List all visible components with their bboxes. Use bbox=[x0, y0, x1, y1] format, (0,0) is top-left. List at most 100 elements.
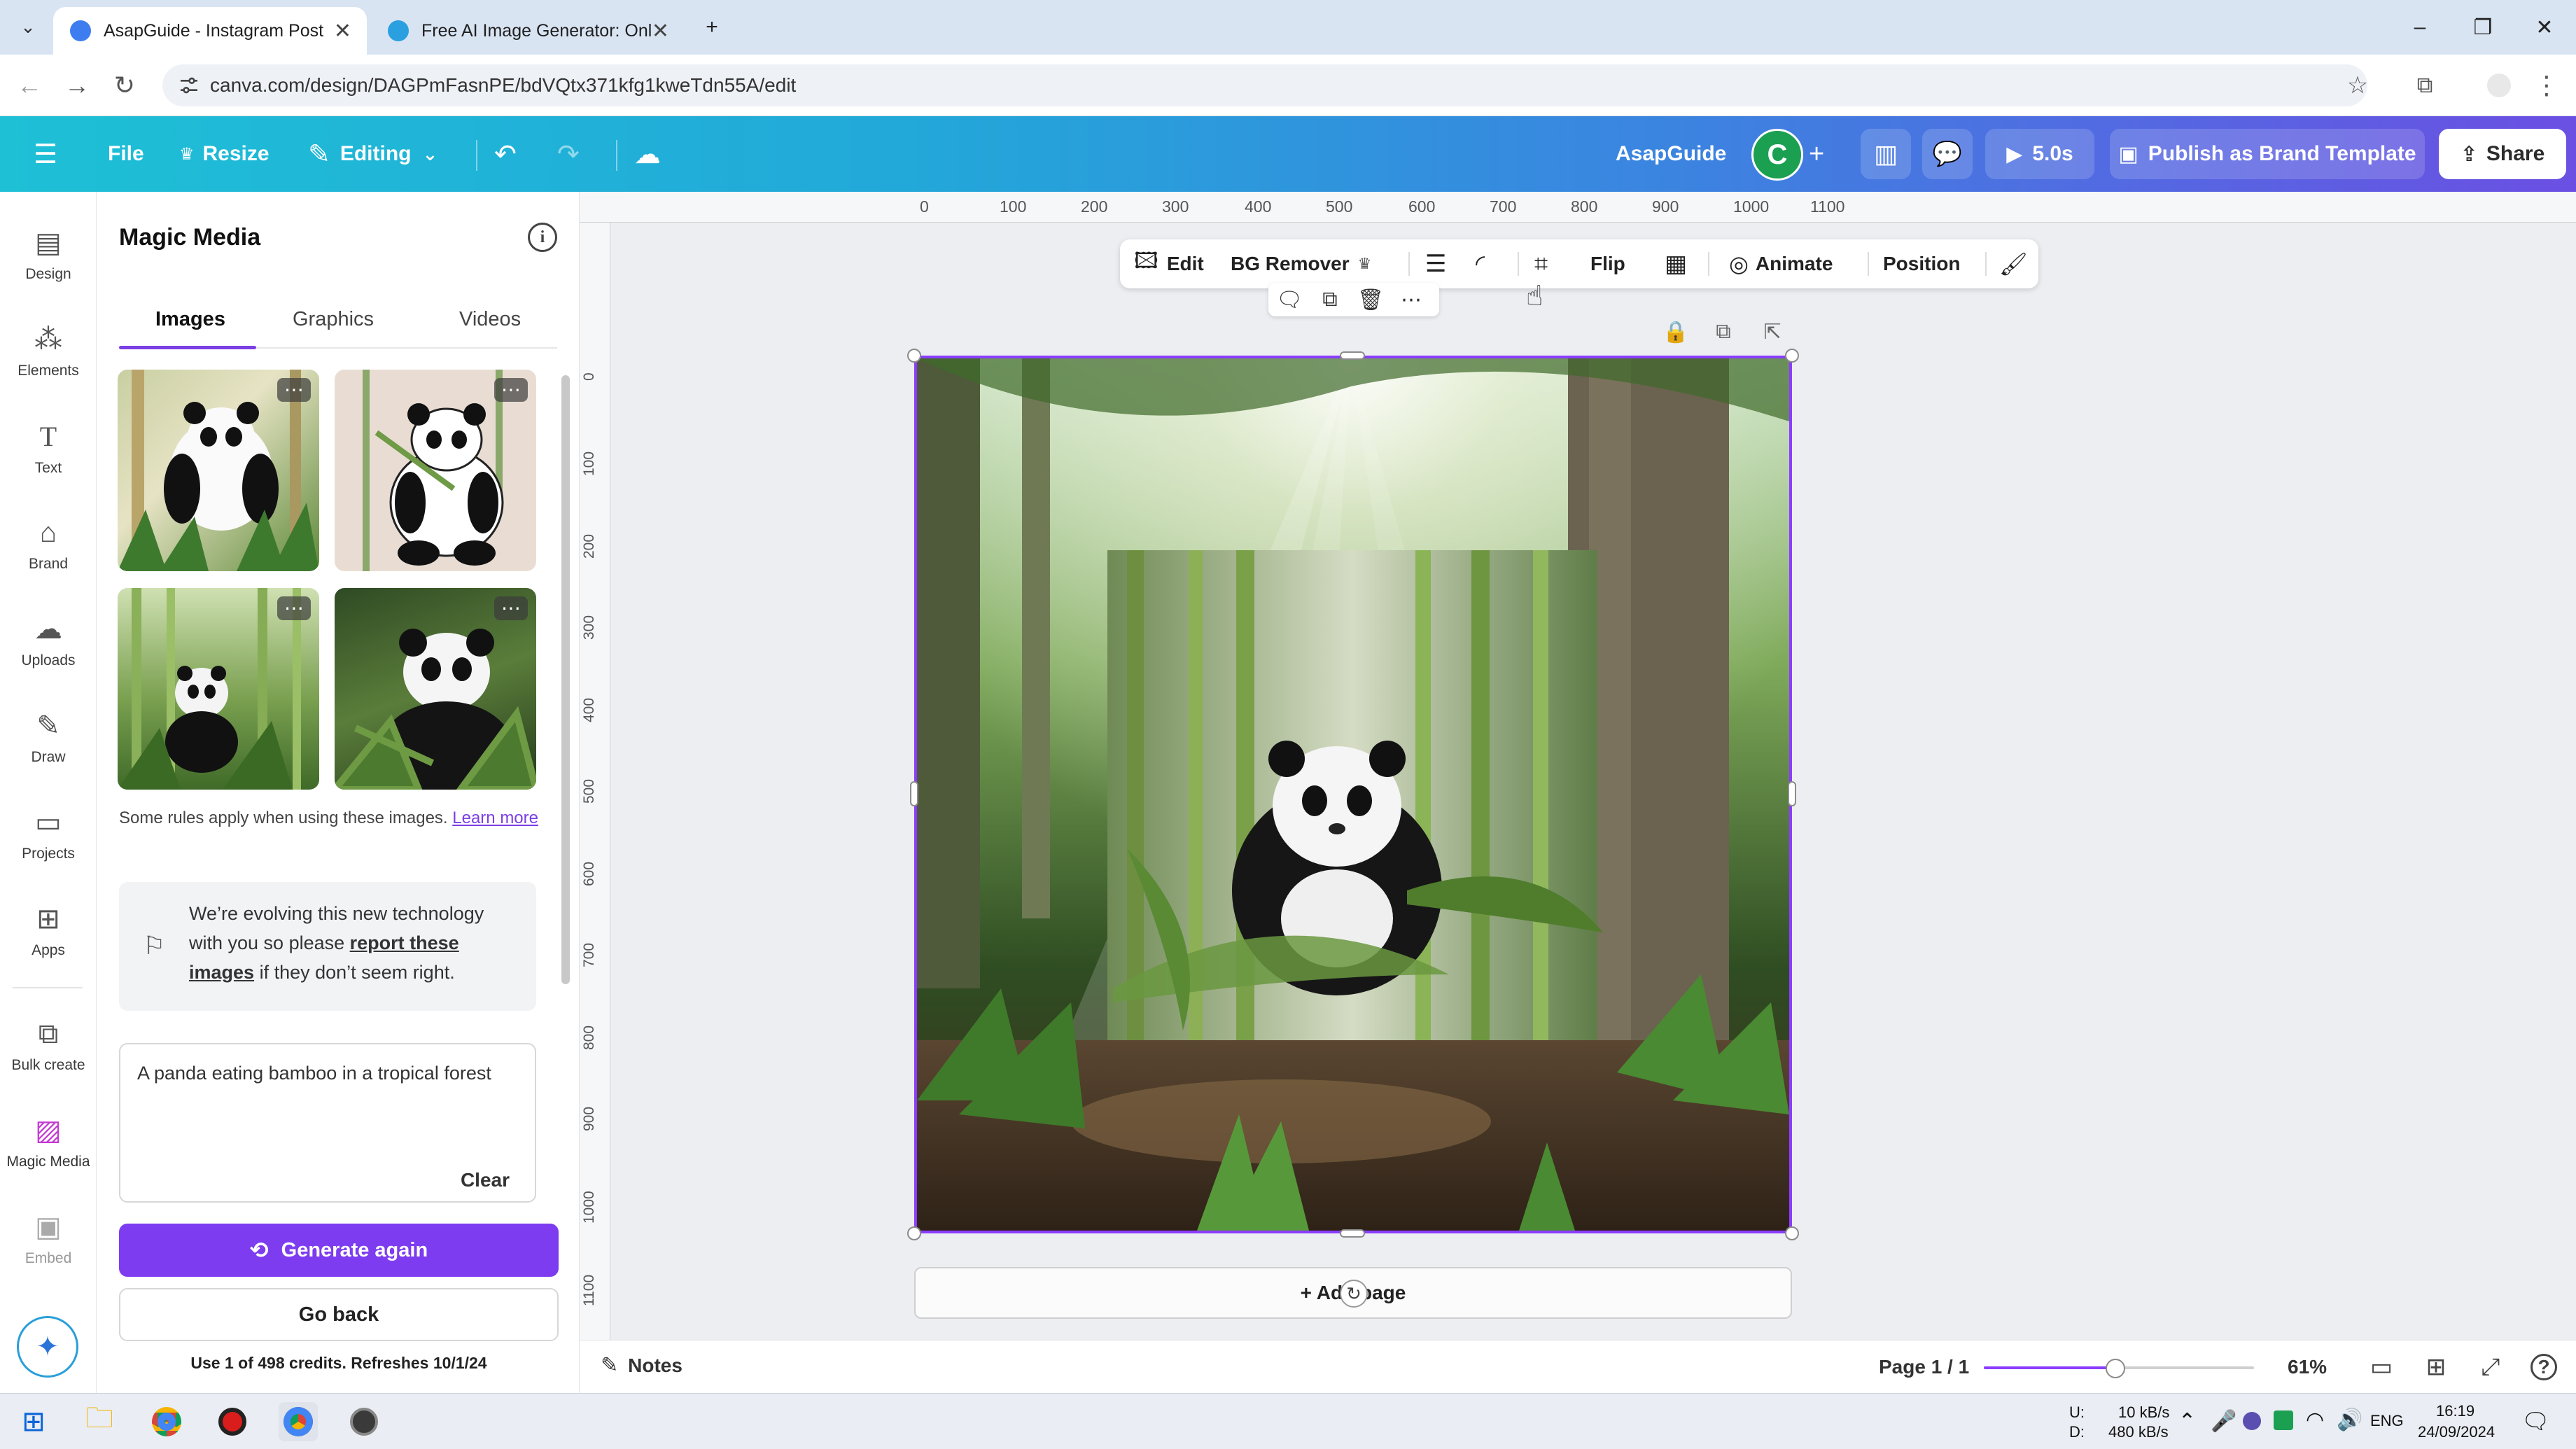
border-style-icon[interactable]: ☰ bbox=[1425, 239, 1446, 288]
fullscreen-icon[interactable]: ⤢ bbox=[2475, 1353, 2506, 1381]
comments-icon[interactable]: 💬 bbox=[1922, 129, 1973, 179]
zoom-slider-knob[interactable] bbox=[2106, 1359, 2125, 1378]
main-menu-icon[interactable]: ☰ bbox=[34, 116, 57, 192]
clock-date[interactable]: 24/09/2024 bbox=[2418, 1423, 2495, 1441]
close-tab-icon[interactable]: ✕ bbox=[334, 19, 351, 43]
reload-icon[interactable]: ↻ bbox=[108, 69, 141, 102]
flip-button[interactable]: Flip bbox=[1590, 239, 1625, 288]
recorder-icon[interactable] bbox=[213, 1402, 252, 1441]
close-window-icon[interactable]: ✕ bbox=[2513, 8, 2576, 46]
resize-handle-top-left[interactable] bbox=[907, 349, 921, 363]
share-button[interactable]: ⇪ Share bbox=[2439, 129, 2566, 179]
url-input[interactable]: canva.com/design/DAGPmFasnPE/bdVQtx371kf… bbox=[162, 64, 2367, 106]
bookmark-star-icon[interactable]: ☆ bbox=[2341, 69, 2374, 102]
add-page-icon[interactable]: ⇱ bbox=[1758, 318, 1786, 346]
rail-item-elements[interactable]: ⁂ Elements bbox=[0, 309, 97, 393]
duplicate-icon[interactable]: ⧉ bbox=[1313, 286, 1347, 314]
go-back-button[interactable]: Go back bbox=[119, 1288, 559, 1341]
editing-mode-button[interactable]: ✎ Editing ⌄ bbox=[308, 116, 438, 192]
panda-forest-image[interactable] bbox=[917, 358, 1789, 1231]
zoom-value[interactable]: 61% bbox=[2288, 1356, 2327, 1378]
tab-videos[interactable]: Videos bbox=[459, 308, 521, 336]
obs-icon[interactable] bbox=[344, 1402, 384, 1441]
windows-start-icon[interactable]: ⊞ bbox=[14, 1402, 53, 1441]
chrome-icon[interactable] bbox=[147, 1402, 186, 1441]
rail-item-magic-media[interactable]: ▨ Magic Media bbox=[0, 1100, 97, 1184]
browser-tab-inactive[interactable]: Free AI Image Generator: Onlin ✕ bbox=[371, 7, 685, 55]
resize-handle-bottom-right[interactable] bbox=[1785, 1226, 1799, 1240]
forward-icon[interactable]: → bbox=[60, 69, 94, 102]
extensions-icon[interactable]: ⧉ bbox=[2408, 69, 2442, 102]
prompt-textarea[interactable]: A panda eating bamboo in a tropical fore… bbox=[119, 1043, 536, 1203]
minimize-icon[interactable]: – bbox=[2388, 8, 2451, 46]
file-menu[interactable]: File bbox=[108, 116, 144, 192]
generated-image-3[interactable]: ⋯ bbox=[118, 588, 319, 790]
duplicate-page-icon[interactable]: ⧉ bbox=[1709, 318, 1737, 346]
learn-more-link[interactable]: Learn more bbox=[452, 808, 538, 827]
edit-image-button[interactable]: 🖾 Edit bbox=[1134, 239, 1204, 288]
browser-tab-active[interactable]: AsapGuide - Instagram Post ✕ bbox=[53, 7, 367, 55]
back-icon[interactable]: ← bbox=[13, 69, 46, 102]
chrome-active-icon[interactable] bbox=[279, 1402, 318, 1441]
more-options-icon[interactable]: ⋯ bbox=[277, 378, 311, 402]
animate-button[interactable]: ◎ Animate bbox=[1729, 239, 1833, 288]
delete-icon[interactable]: 🗑 bbox=[1354, 286, 1387, 314]
resize-handle-top[interactable] bbox=[1340, 351, 1365, 360]
resize-handle-left[interactable] bbox=[910, 781, 918, 806]
resize-handle-bottom-left[interactable] bbox=[907, 1226, 921, 1240]
position-button[interactable]: Position bbox=[1883, 239, 1960, 288]
file-explorer-icon[interactable]: 🗀 bbox=[80, 1402, 119, 1441]
rail-item-embed[interactable]: ▣ Embed bbox=[0, 1197, 97, 1281]
cloud-saved-icon[interactable]: ☁ bbox=[634, 116, 661, 192]
design-page[interactable] bbox=[914, 356, 1792, 1233]
rail-item-bulk-create[interactable]: ⧉ Bulk create bbox=[0, 1004, 97, 1088]
more-options-icon[interactable]: ⋯ bbox=[1394, 286, 1428, 314]
notes-button[interactable]: ✎ Notes bbox=[601, 1353, 682, 1378]
generated-image-1[interactable]: ⋯ bbox=[118, 370, 319, 571]
language-indicator[interactable]: ENG bbox=[2370, 1412, 2404, 1430]
copy-style-icon[interactable]: 🖌 bbox=[1999, 239, 2028, 288]
rail-item-uploads[interactable]: ☁ Uploads bbox=[0, 599, 97, 683]
rail-item-design[interactable]: ▤ Design bbox=[0, 213, 97, 297]
clock-time[interactable]: 16:19 bbox=[2436, 1402, 2474, 1420]
undo-icon[interactable]: ↶ bbox=[494, 116, 517, 192]
tab-search-icon[interactable]: ⌄ bbox=[11, 10, 45, 43]
generated-image-4[interactable]: ⋯ bbox=[335, 588, 536, 790]
more-options-icon[interactable]: ⋯ bbox=[277, 596, 311, 620]
prompt-text[interactable]: A panda eating bamboo in a tropical fore… bbox=[137, 1058, 501, 1088]
rail-item-projects[interactable]: ▭ Projects bbox=[0, 792, 97, 876]
clear-button[interactable]: Clear bbox=[461, 1169, 510, 1191]
redo-icon[interactable]: ↷ bbox=[557, 116, 580, 192]
generate-again-button[interactable]: ⟲ Generate again bbox=[119, 1224, 559, 1277]
profile-icon[interactable] bbox=[2482, 69, 2516, 102]
tray-app-icon[interactable] bbox=[2243, 1412, 2261, 1430]
panel-scrollbar-thumb[interactable] bbox=[561, 375, 570, 984]
grid-view-icon[interactable]: ⊞ bbox=[2421, 1353, 2451, 1381]
microphone-icon[interactable]: 🎤 bbox=[2211, 1409, 2236, 1434]
generated-image-2[interactable]: ⋯ bbox=[335, 370, 536, 571]
rail-item-apps[interactable]: ⊞ Apps bbox=[0, 889, 97, 973]
publish-brand-template-button[interactable]: ▣ Publish as Brand Template bbox=[2110, 129, 2425, 179]
tray-app-icon-2[interactable] bbox=[2274, 1410, 2293, 1430]
lock-icon[interactable]: 🔒 bbox=[1662, 318, 1690, 346]
more-options-icon[interactable]: ⋯ bbox=[494, 596, 528, 620]
page-indicator[interactable]: Page 1 / 1 bbox=[1879, 1356, 1969, 1378]
canva-assistant-sparkle-icon[interactable]: ✦ bbox=[17, 1316, 78, 1378]
project-name[interactable]: AsapGuide bbox=[1616, 116, 1726, 192]
notifications-icon[interactable]: 🗨 bbox=[2521, 1408, 2550, 1434]
tray-expand-icon[interactable]: ⌃ bbox=[2178, 1409, 2196, 1434]
resize-handle-top-right[interactable] bbox=[1785, 349, 1799, 363]
analytics-icon[interactable]: ▥ bbox=[1861, 129, 1911, 179]
resize-button[interactable]: ♛ Resize bbox=[179, 116, 270, 192]
help-icon[interactable]: ? bbox=[2528, 1353, 2559, 1381]
close-tab-icon[interactable]: ✕ bbox=[652, 19, 669, 43]
rail-item-brand[interactable]: ⌂ Brand bbox=[0, 503, 97, 587]
rail-item-text[interactable]: T Text bbox=[0, 406, 97, 490]
page-view-icon[interactable]: ▭ bbox=[2366, 1353, 2397, 1381]
tab-graphics[interactable]: Graphics bbox=[293, 308, 374, 336]
volume-icon[interactable]: 🔊 bbox=[2337, 1408, 2362, 1432]
resize-handle-right[interactable] bbox=[1788, 781, 1796, 806]
new-tab-button[interactable]: + bbox=[680, 8, 743, 46]
info-icon[interactable]: i bbox=[528, 223, 557, 252]
browser-menu-icon[interactable]: ⋮ bbox=[2530, 69, 2563, 102]
